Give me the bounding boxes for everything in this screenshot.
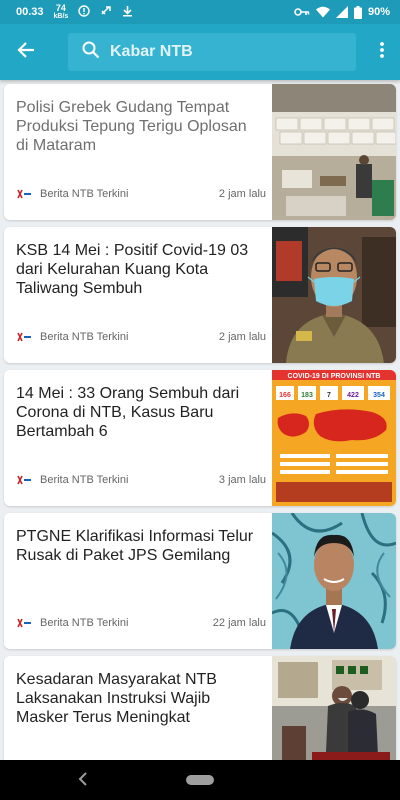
infographic-number: 7 xyxy=(327,392,331,399)
nav-home-pill[interactable] xyxy=(186,775,214,785)
news-thumbnail-street xyxy=(272,656,396,760)
source-logo-icon xyxy=(16,188,32,200)
news-title: KSB 14 Mei : Positif Covid-19 03 dari Ke… xyxy=(16,242,249,297)
sync-icon xyxy=(100,5,112,20)
nav-back-icon[interactable] xyxy=(78,772,88,791)
infographic-header: COVID-19 DI PROVINSI NTB xyxy=(288,373,381,380)
search-query: Kabar NTB xyxy=(110,43,193,60)
news-thumbnail-infographic: COVID-19 DI PROVINSI NTB 166 183 7 422 3… xyxy=(272,370,396,506)
key-icon xyxy=(294,7,310,17)
news-title: PTGNE Klarifikasi Informasi Telur Rusak … xyxy=(16,528,254,564)
net-speed: 74 kB/s xyxy=(53,3,69,21)
more-options-button[interactable] xyxy=(364,24,400,80)
news-time: 2 jam lalu xyxy=(218,188,266,200)
download-icon xyxy=(122,5,133,20)
battery-level: 90% xyxy=(367,6,390,18)
news-title: Polisi Grebek Gudang Tempat Produksi Tep… xyxy=(16,99,247,154)
news-meta: Berita NTB Terkini 22 jam lalu xyxy=(16,617,266,629)
news-card[interactable]: Polisi Grebek Gudang Tempat Produksi Tep… xyxy=(4,84,396,220)
vpn-icon xyxy=(78,4,91,20)
news-source: Berita NTB Terkini xyxy=(40,474,129,486)
news-meta: Berita NTB Terkini 3 jam lalu xyxy=(16,474,266,486)
news-thumbnail-warehouse xyxy=(272,84,396,220)
news-title: Kesadaran Masyarakat NTB Laksanakan Inst… xyxy=(16,671,217,726)
news-source: Berita NTB Terkini xyxy=(40,188,129,200)
net-speed-unit: kB/s xyxy=(53,13,69,20)
news-source: Berita NTB Terkini xyxy=(40,331,129,343)
news-title: 14 Mei : 33 Orang Sembuh dari Corona di … xyxy=(16,385,240,440)
back-button[interactable] xyxy=(0,24,52,80)
signal-icon xyxy=(335,6,348,18)
search-icon xyxy=(82,41,100,64)
infographic-number: 183 xyxy=(301,392,313,399)
news-card[interactable]: Kesadaran Masyarakat NTB Laksanakan Inst… xyxy=(4,656,396,760)
news-feed[interactable]: Polisi Grebek Gudang Tempat Produksi Tep… xyxy=(0,80,400,760)
app-bar: Kabar NTB xyxy=(0,24,400,80)
news-time: 3 jam lalu xyxy=(218,474,266,486)
news-meta: Berita NTB Terkini 2 jam lalu xyxy=(16,331,266,343)
source-logo-icon xyxy=(16,474,32,486)
news-meta: Berita NTB Terkini 2 jam lalu xyxy=(16,188,266,200)
news-card[interactable]: KSB 14 Mei : Positif Covid-19 03 dari Ke… xyxy=(4,227,396,363)
infographic-number: 354 xyxy=(373,392,385,399)
source-logo-icon xyxy=(16,331,32,343)
status-time: 00.33 xyxy=(16,6,44,18)
battery-icon xyxy=(353,5,362,19)
arrow-left-icon xyxy=(17,41,35,64)
news-card[interactable]: PTGNE Klarifikasi Informasi Telur Rusak … xyxy=(4,513,396,649)
news-time: 2 jam lalu xyxy=(218,331,266,343)
news-card[interactable]: 14 Mei : 33 Orang Sembuh dari Corona di … xyxy=(4,370,396,506)
news-time: 22 jam lalu xyxy=(212,617,266,629)
news-source: Berita NTB Terkini xyxy=(40,617,129,629)
infographic-number: 422 xyxy=(347,392,359,399)
source-logo-icon xyxy=(16,617,32,629)
system-nav-bar xyxy=(0,760,400,800)
search-field[interactable]: Kabar NTB xyxy=(68,33,356,71)
status-bar: 00.33 74 kB/s 90% xyxy=(0,0,400,24)
news-thumbnail-official xyxy=(272,227,396,363)
news-thumbnail-portrait xyxy=(272,513,396,649)
wifi-icon xyxy=(315,6,330,18)
more-vert-icon xyxy=(380,41,384,63)
net-speed-value: 74 xyxy=(55,3,66,13)
infographic-number: 166 xyxy=(279,392,291,399)
